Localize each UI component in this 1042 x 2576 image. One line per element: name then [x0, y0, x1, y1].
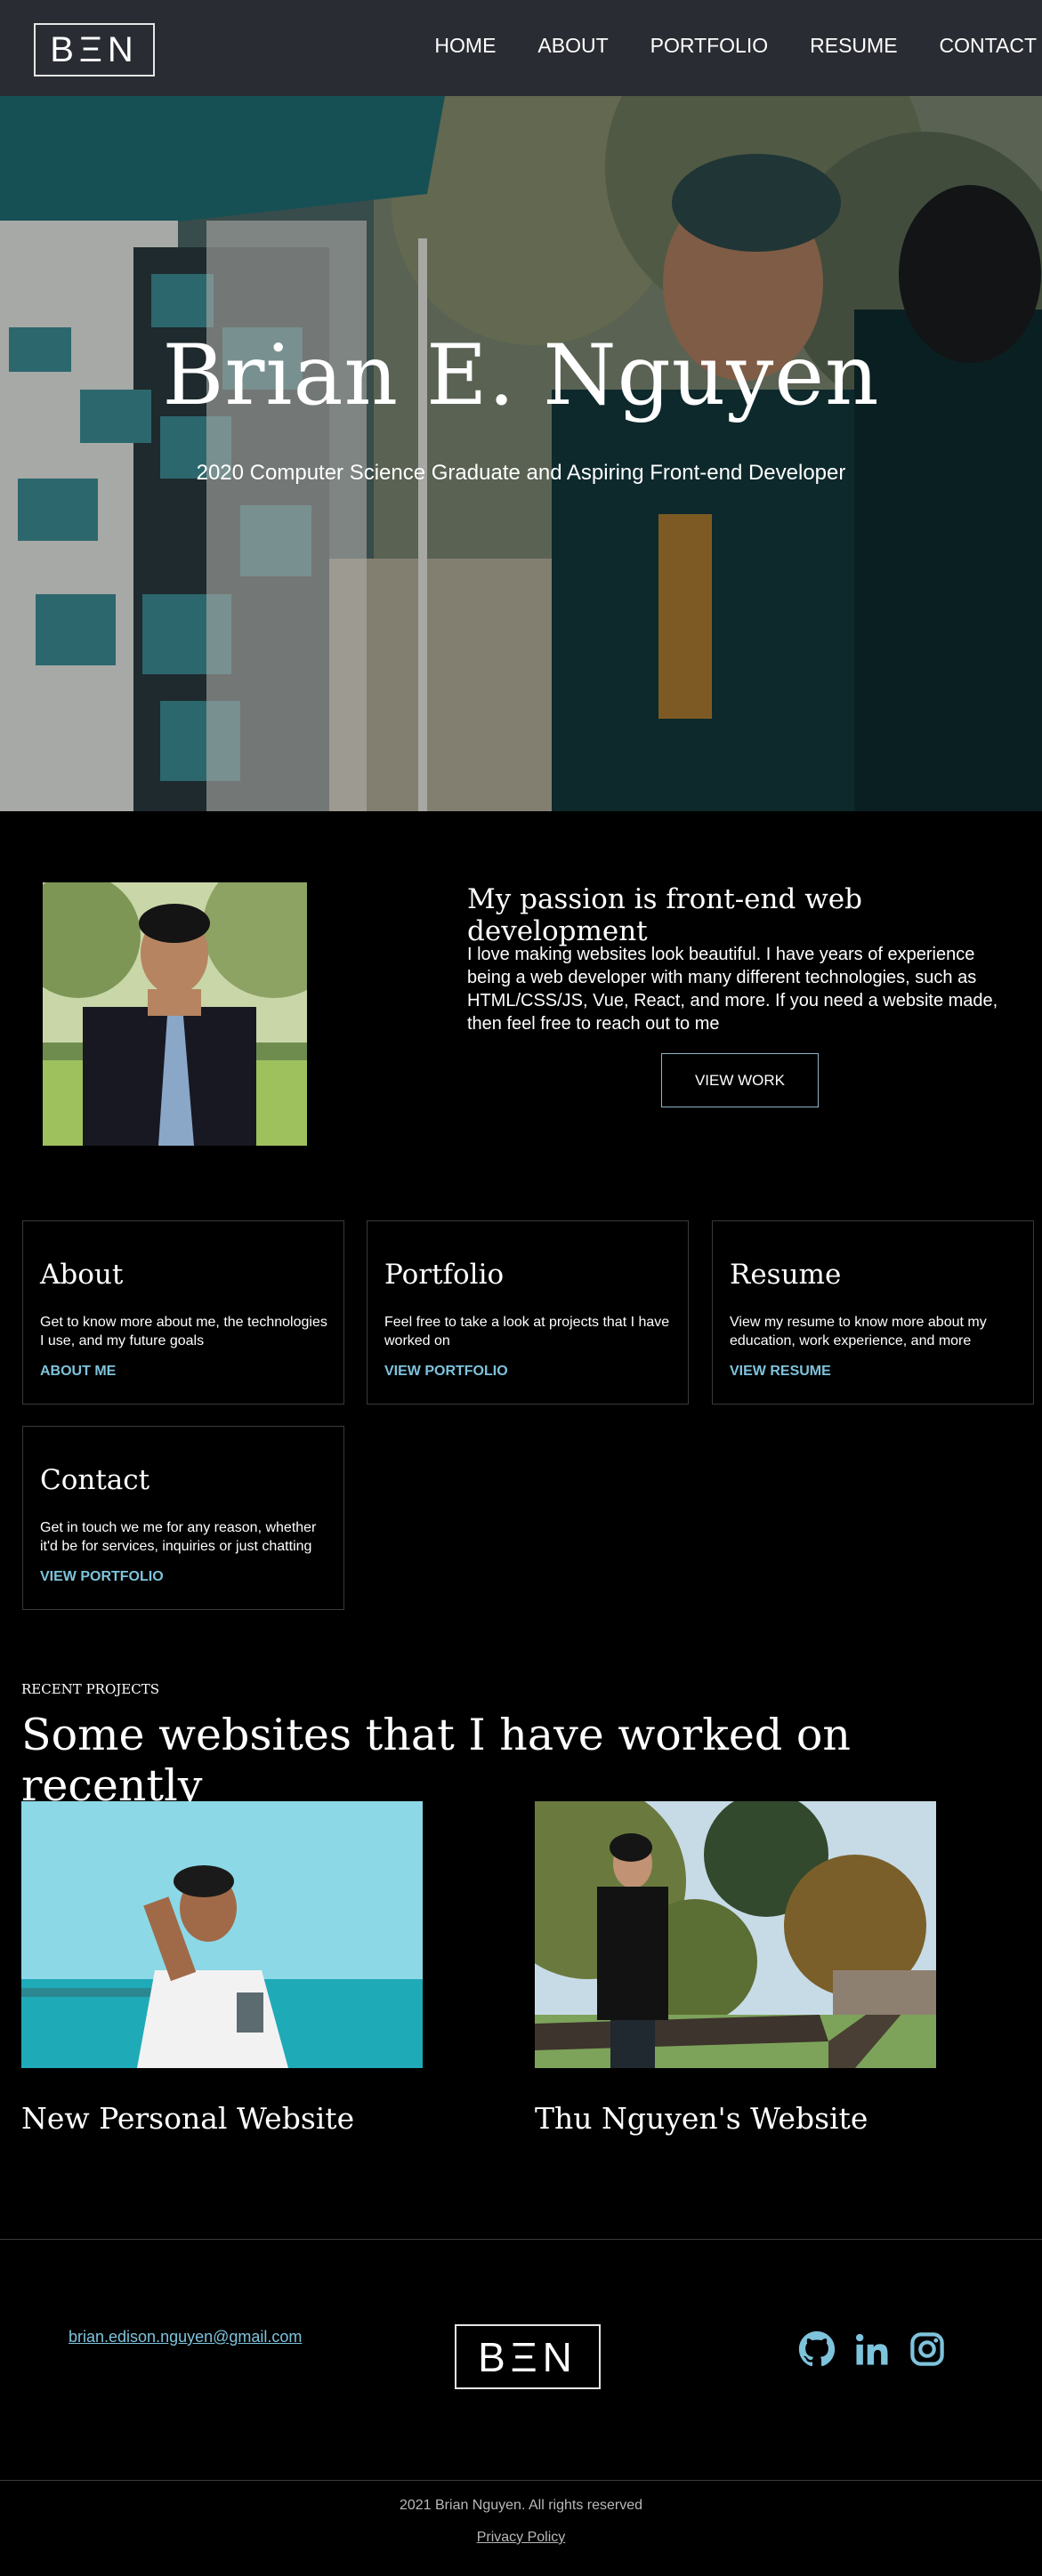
logo[interactable]: BΞN [34, 23, 155, 76]
linkedin-icon[interactable] [853, 2330, 891, 2368]
hero-background-image [0, 96, 1042, 811]
passion-text: I love making websites look beautiful. I… [467, 945, 998, 1034]
view-work-button[interactable]: VIEW WORK [661, 1053, 819, 1107]
card-title: Portfolio [384, 1259, 505, 1291]
recent-projects-label: RECENT PROJECTS [21, 1681, 159, 1697]
card-portfolio: Portfolio Feel free to take a look at pr… [367, 1220, 689, 1405]
nav-contact[interactable]: CONTACT [940, 34, 1037, 58]
view-portfolio-link[interactable]: VIEW PORTFOLIO [384, 1364, 508, 1380]
card-title: Contact [40, 1464, 150, 1496]
recent-projects-title: Some websites that I have worked on rece… [21, 1710, 851, 1811]
hero-title: Brian E. Nguyen [162, 327, 880, 424]
about-me-link[interactable]: ABOUT ME [40, 1364, 116, 1380]
privacy-policy-link[interactable]: Privacy Policy [0, 2530, 1042, 2546]
nav-portfolio[interactable]: PORTFOLIO [650, 34, 769, 58]
card-text: Feel free to take a look at projects tha… [384, 1315, 670, 1348]
card-text: View my resume to know more about my edu… [730, 1315, 987, 1348]
footer-logo-text: BΞN [478, 2333, 578, 2380]
logo-text: BΞN [50, 29, 139, 69]
card-text: Get in touch we me for any reason, wheth… [40, 1520, 317, 1554]
card-title: About [40, 1259, 124, 1291]
contact-link[interactable]: VIEW PORTFOLIO [40, 1569, 164, 1585]
card-text: Get to know more about me, the technolog… [40, 1315, 327, 1348]
view-resume-link[interactable]: VIEW RESUME [730, 1364, 831, 1380]
project-title-thu-nguyen-website[interactable]: Thu Nguyen's Website [535, 2101, 868, 2136]
profile-photo [43, 882, 307, 1146]
footer-logo[interactable]: BΞN [455, 2324, 601, 2389]
hero-section: Brian E. Nguyen 2020 Computer Science Gr… [0, 96, 1042, 811]
nav-home[interactable]: HOME [434, 34, 496, 58]
passion-title: My passion is front-end web development [467, 883, 862, 947]
footer-email-link[interactable]: brian.edison.nguyen@gmail.com [69, 2328, 302, 2347]
card-about: About Get to know more about me, the tec… [22, 1220, 344, 1405]
project-title-personal-website[interactable]: New Personal Website [21, 2101, 354, 2136]
copyright-text: 2021 Brian Nguyen. All rights reserved [399, 2498, 643, 2513]
main-nav: HOME ABOUT PORTFOLIO RESUME CONTACT [392, 34, 1037, 58]
project-image-personal-website[interactable] [21, 1801, 423, 2068]
site-header: BΞN HOME ABOUT PORTFOLIO RESUME CONTACT [0, 0, 1042, 96]
github-icon[interactable] [798, 2330, 836, 2368]
footer-divider-top [0, 2239, 1042, 2240]
card-title: Resume [730, 1259, 842, 1291]
nav-resume[interactable]: RESUME [810, 34, 897, 58]
nav-about[interactable]: ABOUT [537, 34, 608, 58]
project-image-thu-nguyen-website[interactable] [535, 1801, 936, 2068]
instagram-icon[interactable] [909, 2330, 946, 2368]
card-resume: Resume View my resume to know more about… [712, 1220, 1034, 1405]
hero-subtitle: 2020 Computer Science Graduate and Aspir… [196, 461, 846, 485]
footer-divider-bottom [0, 2480, 1042, 2481]
card-contact: Contact Get in touch we me for any reaso… [22, 1426, 344, 1610]
